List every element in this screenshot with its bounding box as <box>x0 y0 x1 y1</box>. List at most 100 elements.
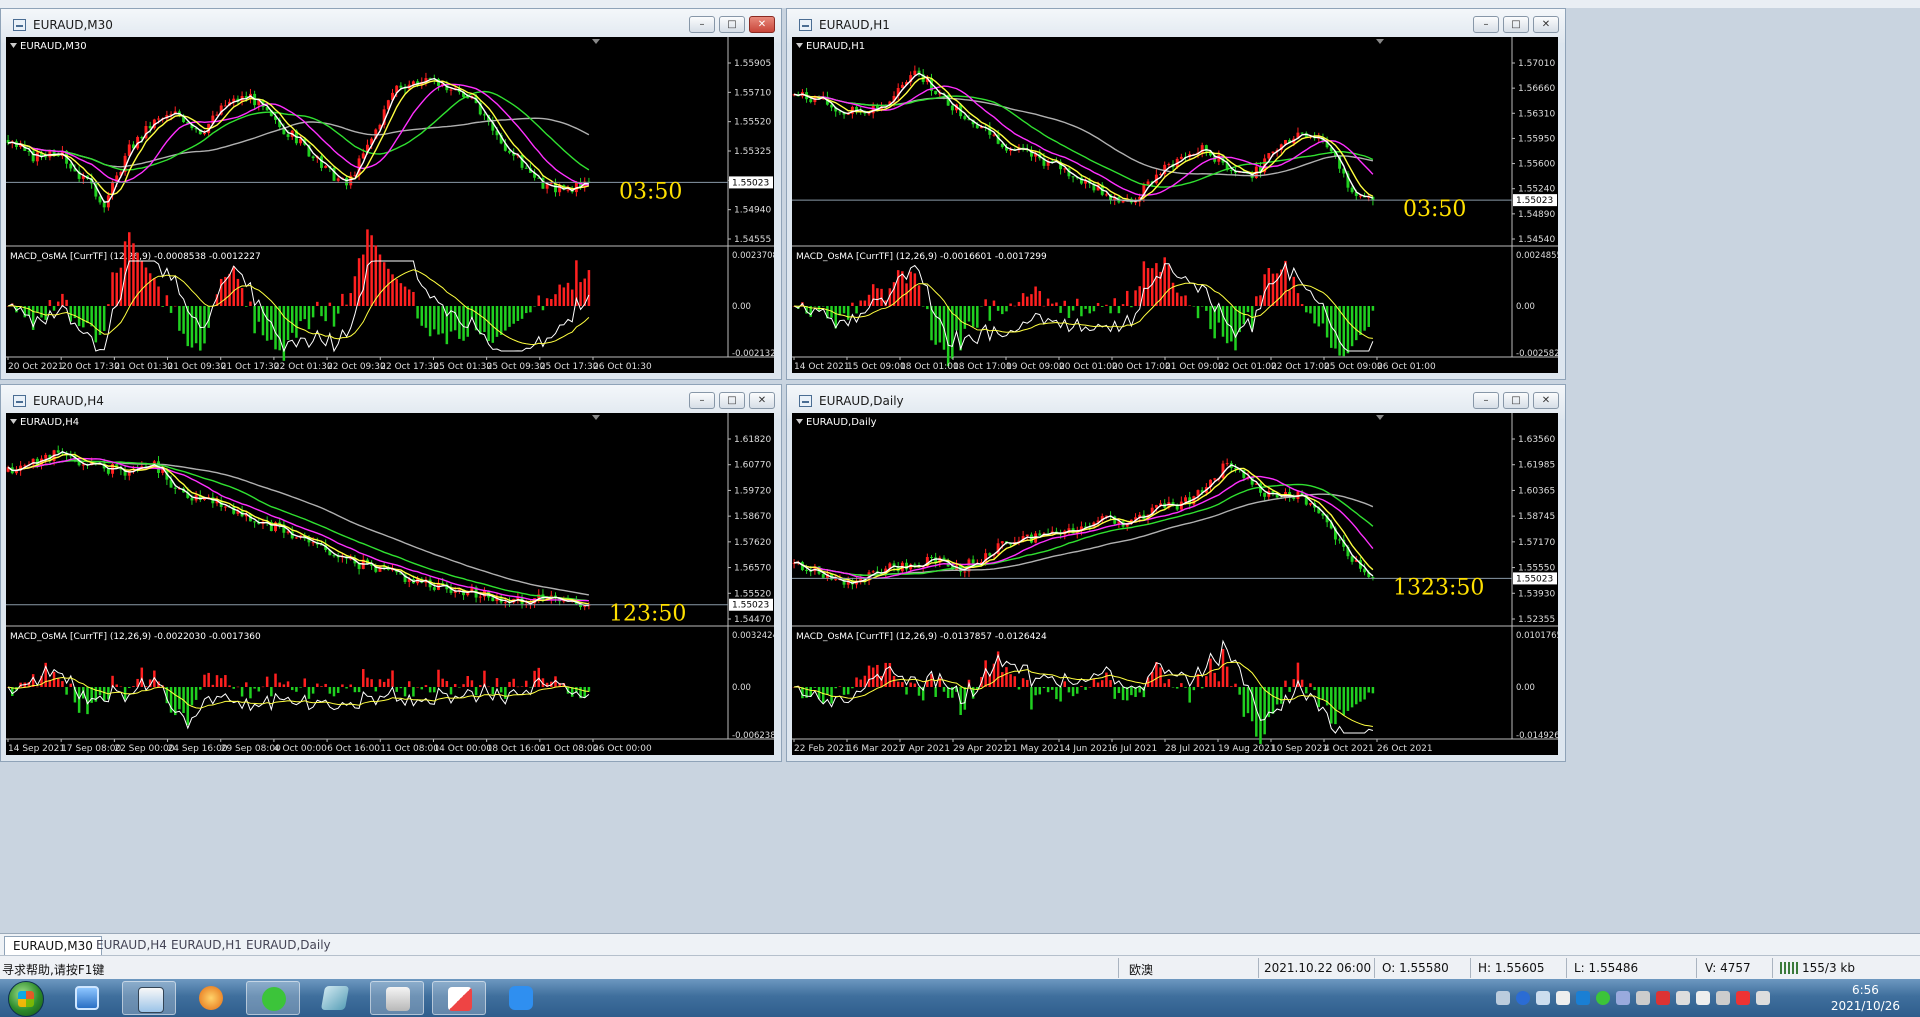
maximize-button[interactable]: □ <box>1503 16 1529 33</box>
chart-menu-arrow-icon[interactable] <box>796 43 803 48</box>
close-button[interactable]: ✕ <box>749 16 775 33</box>
chart-shift-marker[interactable] <box>1376 39 1384 44</box>
window-title: EURAUD,H1 <box>819 18 890 32</box>
tab-euraud-h4[interactable]: EURAUD,H4 <box>88 936 175 954</box>
chart-menu-arrow-icon[interactable] <box>796 419 803 424</box>
osma-bar <box>1367 306 1371 327</box>
tray-app-red-icon[interactable] <box>1656 991 1670 1005</box>
osma-bar <box>395 687 398 692</box>
osma-bar <box>232 687 235 689</box>
tray-battery-icon[interactable] <box>1716 991 1730 1005</box>
osma-bar <box>240 687 244 697</box>
price-chart[interactable]: EURAUD,M30 1.55905 1.55710 1.55520 1.55325 1.… <box>6 37 774 373</box>
tray-shield-icon[interactable] <box>1576 991 1590 1005</box>
start-button[interactable] <box>8 981 44 1017</box>
candle-body <box>449 89 453 91</box>
osma-bar <box>520 686 524 687</box>
taskbar-app-note[interactable] <box>494 981 548 1015</box>
osma-bar <box>474 687 478 696</box>
price-chart[interactable]: EURAUD,Daily 1.63560 1.61985 1.60365 1.58745… <box>792 413 1558 755</box>
close-button[interactable]: ✕ <box>1533 16 1559 33</box>
osma-bar <box>1001 672 1004 687</box>
time-tick-label: 24 Sep 16:00 <box>168 744 228 754</box>
tray-help-icon[interactable] <box>1516 991 1530 1005</box>
tray-monitor-icon[interactable] <box>1496 991 1510 1005</box>
time-tick-label: 21 Oct 09:30 <box>168 362 227 372</box>
chart-shift-marker[interactable] <box>1376 415 1384 420</box>
osma-bar <box>1217 306 1221 323</box>
osma-bar <box>913 273 917 306</box>
minimize-button[interactable]: – <box>689 392 715 409</box>
osma-bar <box>508 306 511 327</box>
chart-window-m30[interactable]: EURAUD,M30 – □ ✕ EURAUD,M30 1.55905 1.55710 1.5… <box>0 8 782 380</box>
taskbar-app-files[interactable] <box>370 981 424 1015</box>
tray-speaker-icon[interactable] <box>1636 991 1650 1005</box>
taskbar-mt4[interactable] <box>122 981 176 1015</box>
maximize-button[interactable]: □ <box>719 16 745 33</box>
time-tick-label: 14 Oct 2021 <box>794 362 850 372</box>
tray-lock-icon[interactable] <box>1556 991 1570 1005</box>
price-chart[interactable]: EURAUD,H1 1.57010 1.56660 1.56310 1.55950 1.5… <box>792 37 1558 373</box>
tray-network-icon[interactable] <box>1536 991 1550 1005</box>
tray-power-icon[interactable] <box>1696 991 1710 1005</box>
macd-tick-label: -0.002582 <box>1516 349 1558 359</box>
taskbar-app-orange[interactable] <box>184 981 238 1015</box>
osma-bar <box>541 306 545 311</box>
chart-shift-marker[interactable] <box>592 39 600 44</box>
tray-wechat-icon[interactable] <box>1596 991 1610 1005</box>
taskbar-clock[interactable]: 6:56 2021/10/26 <box>1831 982 1900 1014</box>
minimize-button[interactable]: – <box>689 16 715 33</box>
tray-chat-icon[interactable] <box>1616 991 1630 1005</box>
candle-body <box>913 70 917 76</box>
paint-icon <box>448 987 472 1011</box>
chart-menu-arrow-icon[interactable] <box>10 419 17 424</box>
candle-body <box>69 163 73 169</box>
price-chart[interactable]: EURAUD,H4 1.61820 1.60770 1.59720 1.58670 1.5… <box>6 413 774 755</box>
osma-bar <box>1076 298 1079 306</box>
osma-bar <box>128 232 131 306</box>
taskbar-desktop[interactable] <box>60 981 114 1015</box>
candle-body <box>1134 201 1138 203</box>
taskbar-app-paint[interactable] <box>432 981 486 1015</box>
chart-window-h4[interactable]: EURAUD,H4 – □ ✕ EURAUD,H4 1.61820 1.60770 1.597… <box>0 384 782 762</box>
status-traffic: 155/3 kb <box>1802 961 1855 975</box>
connection-bars-icon <box>1780 962 1798 974</box>
tab-euraud-h1[interactable]: EURAUD,H1 <box>163 936 250 954</box>
current-price-label: 1.55023 <box>1516 574 1553 584</box>
taskbar-app-book[interactable] <box>308 981 362 1015</box>
minimize-button[interactable]: – <box>1473 16 1499 33</box>
osma-bar <box>917 687 921 696</box>
tab-euraud-daily[interactable]: EURAUD,Daily <box>238 936 339 954</box>
osma-bar <box>115 272 118 306</box>
osma-bar <box>1230 686 1233 687</box>
osma-bar <box>349 293 352 306</box>
osma-bar <box>111 272 114 306</box>
close-button[interactable]: ✕ <box>1533 392 1559 409</box>
osma-bar <box>1205 676 1208 687</box>
maximize-button[interactable]: □ <box>719 392 745 409</box>
osma-bar <box>153 278 156 306</box>
close-button[interactable]: ✕ <box>749 392 775 409</box>
price-tick-label: 1.60365 <box>1518 486 1555 496</box>
osma-bar <box>316 301 319 306</box>
osma-bar <box>462 684 465 687</box>
osma-bar <box>245 306 248 307</box>
maximize-icon: □ <box>1511 395 1521 406</box>
tray-volume-icon[interactable] <box>1676 991 1690 1005</box>
minimize-button[interactable]: – <box>1473 392 1499 409</box>
taskbar-wechat[interactable] <box>246 981 300 1015</box>
chart-window-daily[interactable]: EURAUD,Daily – □ ✕ EURAUD,Daily 1.63560 1.6198… <box>786 384 1566 762</box>
osma-bar <box>495 678 499 687</box>
tray-signal-icon[interactable] <box>1756 991 1770 1005</box>
osma-bar <box>391 670 394 687</box>
chart-window-h1[interactable]: EURAUD,H1 – □ ✕ EURAUD,H1 1.57010 1.56660 1.563… <box>786 8 1566 380</box>
maximize-button[interactable]: □ <box>1503 392 1529 409</box>
chart-menu-arrow-icon[interactable] <box>10 43 17 48</box>
chart-shift-marker[interactable] <box>592 415 600 420</box>
candle-body <box>102 202 106 208</box>
osma-bar <box>1300 304 1304 306</box>
close-icon: ✕ <box>1541 19 1551 30</box>
tray-flag-icon[interactable] <box>1736 991 1750 1005</box>
osma-bar <box>1175 687 1179 689</box>
osma-bar <box>290 306 294 333</box>
